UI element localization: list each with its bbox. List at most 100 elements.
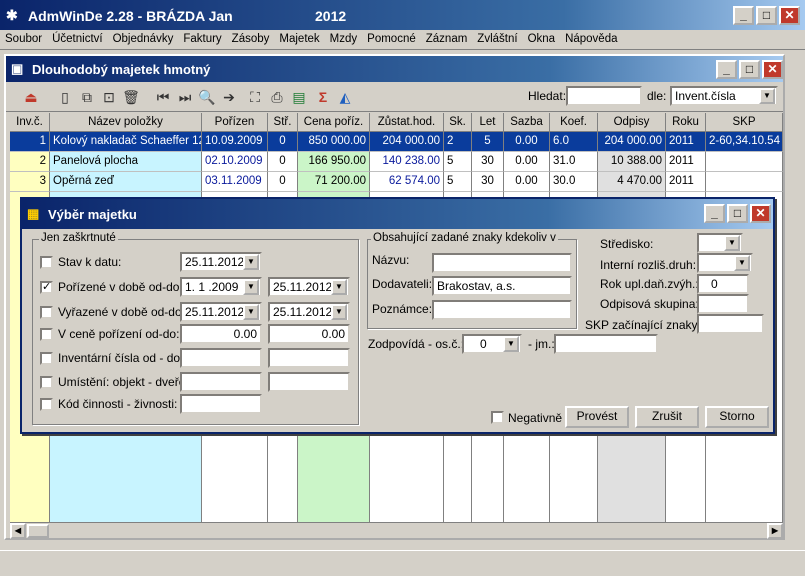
chevron-down-icon[interactable]: ▼ [503, 336, 519, 352]
horizontal-scrollbar[interactable]: ◀ ▶ [10, 522, 783, 539]
vyrazene-from-field[interactable]: 25.11.2012 ▼ [180, 302, 262, 322]
poznamce-field[interactable] [432, 300, 572, 320]
maximize-button[interactable]: □ [756, 6, 777, 25]
stav-checkbox[interactable] [40, 256, 53, 269]
last-record-icon[interactable]: ⏭ [174, 86, 196, 108]
dodavatel-field[interactable]: Brakostav, a.s. [432, 276, 572, 296]
open-icon[interactable]: ⊡ [98, 86, 120, 108]
header-let[interactable]: Let [472, 113, 504, 132]
header-sk[interactable]: Sk. [444, 113, 472, 132]
menu-okna[interactable]: Okna [523, 30, 561, 45]
header-cena[interactable]: Cena poříz. [298, 113, 370, 132]
search-by-label: dle: [647, 89, 667, 103]
cena-from-field[interactable]: 0.00 [180, 324, 262, 344]
chevron-down-icon[interactable]: ▼ [243, 279, 259, 295]
porizene-to-field[interactable]: 25.11.2012 ▼ [268, 277, 350, 297]
chevron-down-icon[interactable]: ▼ [759, 88, 775, 104]
inv-from-field[interactable] [180, 348, 262, 368]
search-icon[interactable]: 🔍 [196, 86, 218, 108]
header-name[interactable]: Název položky [50, 113, 202, 132]
header-zustat[interactable]: Zůstat.hod. [370, 113, 444, 132]
interni-select[interactable]: ▼ [697, 253, 753, 273]
print-icon[interactable]: ⎙ [266, 86, 288, 108]
new-icon[interactable]: ▯ [54, 86, 76, 108]
dialog-minimize-button[interactable]: _ [704, 204, 725, 223]
negativne-checkbox[interactable] [491, 411, 504, 424]
arrow-right-icon[interactable]: ➔ [218, 86, 240, 108]
scrollbar-thumb[interactable] [27, 524, 49, 538]
first-record-icon[interactable]: ⏮ [152, 86, 174, 108]
dialog-maximize-button[interactable]: □ [727, 204, 748, 223]
kod-field[interactable] [180, 394, 262, 414]
table-cell: 5 [444, 172, 472, 192]
header-sazba[interactable]: Sazba [504, 113, 550, 132]
header-inv[interactable]: Inv.č. [10, 113, 50, 132]
excel-icon[interactable]: ▤ [288, 86, 310, 108]
header-porizen[interactable]: Pořízen [202, 113, 268, 132]
dialog-close-button[interactable]: ✕ [750, 204, 771, 223]
exit-icon[interactable]: ⏏ [20, 86, 42, 108]
header-koef[interactable]: Koef. [550, 113, 598, 132]
porizene-from-field[interactable]: 1. 1 .2009 ▼ [180, 277, 262, 297]
menu-mzdy[interactable]: Mzdy [325, 30, 362, 45]
chevron-down-icon[interactable]: ▼ [331, 279, 347, 295]
skp-field[interactable] [697, 314, 764, 334]
menu-soubor[interactable]: Soubor [0, 30, 47, 45]
cena-checkbox[interactable] [40, 328, 53, 341]
chevron-down-icon[interactable]: ▼ [331, 304, 347, 320]
chevron-down-icon[interactable]: ▼ [243, 304, 259, 320]
copy-icon[interactable]: ⧉ [76, 86, 98, 108]
scroll-right-icon[interactable]: ▶ [767, 523, 783, 539]
umisteni-objekt-field[interactable] [180, 372, 262, 392]
header-roku[interactable]: Roku [666, 113, 706, 132]
menu-objednavky[interactable]: Objednávky [108, 30, 179, 45]
menu-zaznam[interactable]: Záznam [421, 30, 473, 45]
inv-label: Inventární čísla od - do: [58, 351, 184, 365]
chart-icon[interactable]: ◭ [334, 86, 356, 108]
menu-pomocne[interactable]: Pomocné [362, 30, 421, 45]
cena-label: V ceně pořízení od-do: [58, 327, 180, 341]
select-icon[interactable]: ⛶ [244, 86, 266, 108]
umisteni-checkbox[interactable] [40, 376, 53, 389]
cena-to-field[interactable]: 0.00 [268, 324, 350, 344]
header-skp[interactable]: SKP [706, 113, 783, 132]
kod-checkbox[interactable] [40, 398, 53, 411]
stredisko-select[interactable]: ▼ [697, 233, 743, 253]
jm-field[interactable] [554, 334, 658, 354]
menu-napoveda[interactable]: Nápověda [560, 30, 622, 45]
search-input[interactable] [566, 86, 642, 106]
zodpovida-select[interactable]: 0 ▼ [462, 334, 522, 354]
inv-checkbox[interactable] [40, 352, 53, 365]
scroll-left-icon[interactable]: ◀ [10, 523, 26, 539]
menu-ucetnictvi[interactable]: Účetnictví [47, 30, 108, 45]
chevron-down-icon[interactable]: ▼ [734, 255, 750, 271]
chevron-down-icon[interactable]: ▼ [724, 235, 740, 251]
nazvu-field[interactable] [432, 253, 572, 273]
vyrazene-to-field[interactable]: 25.11.2012 ▼ [268, 302, 350, 322]
porizene-checkbox[interactable]: ✓ [40, 281, 53, 294]
rok-field[interactable]: 0 [697, 274, 749, 294]
inv-to-field[interactable] [268, 348, 350, 368]
search-by-select[interactable]: Invent.čísla ▼ [670, 86, 778, 106]
child-minimize-button[interactable]: _ [716, 60, 737, 79]
menu-faktury[interactable]: Faktury [178, 30, 226, 45]
menu-zasoby[interactable]: Zásoby [227, 30, 275, 45]
umisteni-dvere-field[interactable] [268, 372, 350, 392]
child-maximize-button[interactable]: □ [739, 60, 760, 79]
minimize-button[interactable]: _ [733, 6, 754, 25]
sum-icon[interactable]: Σ [312, 86, 334, 108]
menu-majetek[interactable]: Majetek [274, 30, 324, 45]
stav-date-field[interactable]: 25.11.2012 ▼ [180, 252, 262, 272]
header-odpisy[interactable]: Odpisy [598, 113, 666, 132]
odpisova-field[interactable] [697, 294, 749, 314]
close-button[interactable]: ✕ [779, 6, 800, 25]
child-close-button[interactable]: ✕ [762, 60, 783, 79]
storno-button[interactable]: Storno [705, 406, 769, 428]
zrusit-button[interactable]: Zrušit [635, 406, 699, 428]
menu-zvlastni[interactable]: Zvláštní [472, 30, 522, 45]
chevron-down-icon[interactable]: ▼ [243, 254, 259, 270]
provest-button[interactable]: Provést [565, 406, 629, 428]
delete-icon[interactable]: 🗑 [120, 86, 142, 108]
header-str[interactable]: Stř. [268, 113, 298, 132]
vyrazene-checkbox[interactable] [40, 306, 53, 319]
